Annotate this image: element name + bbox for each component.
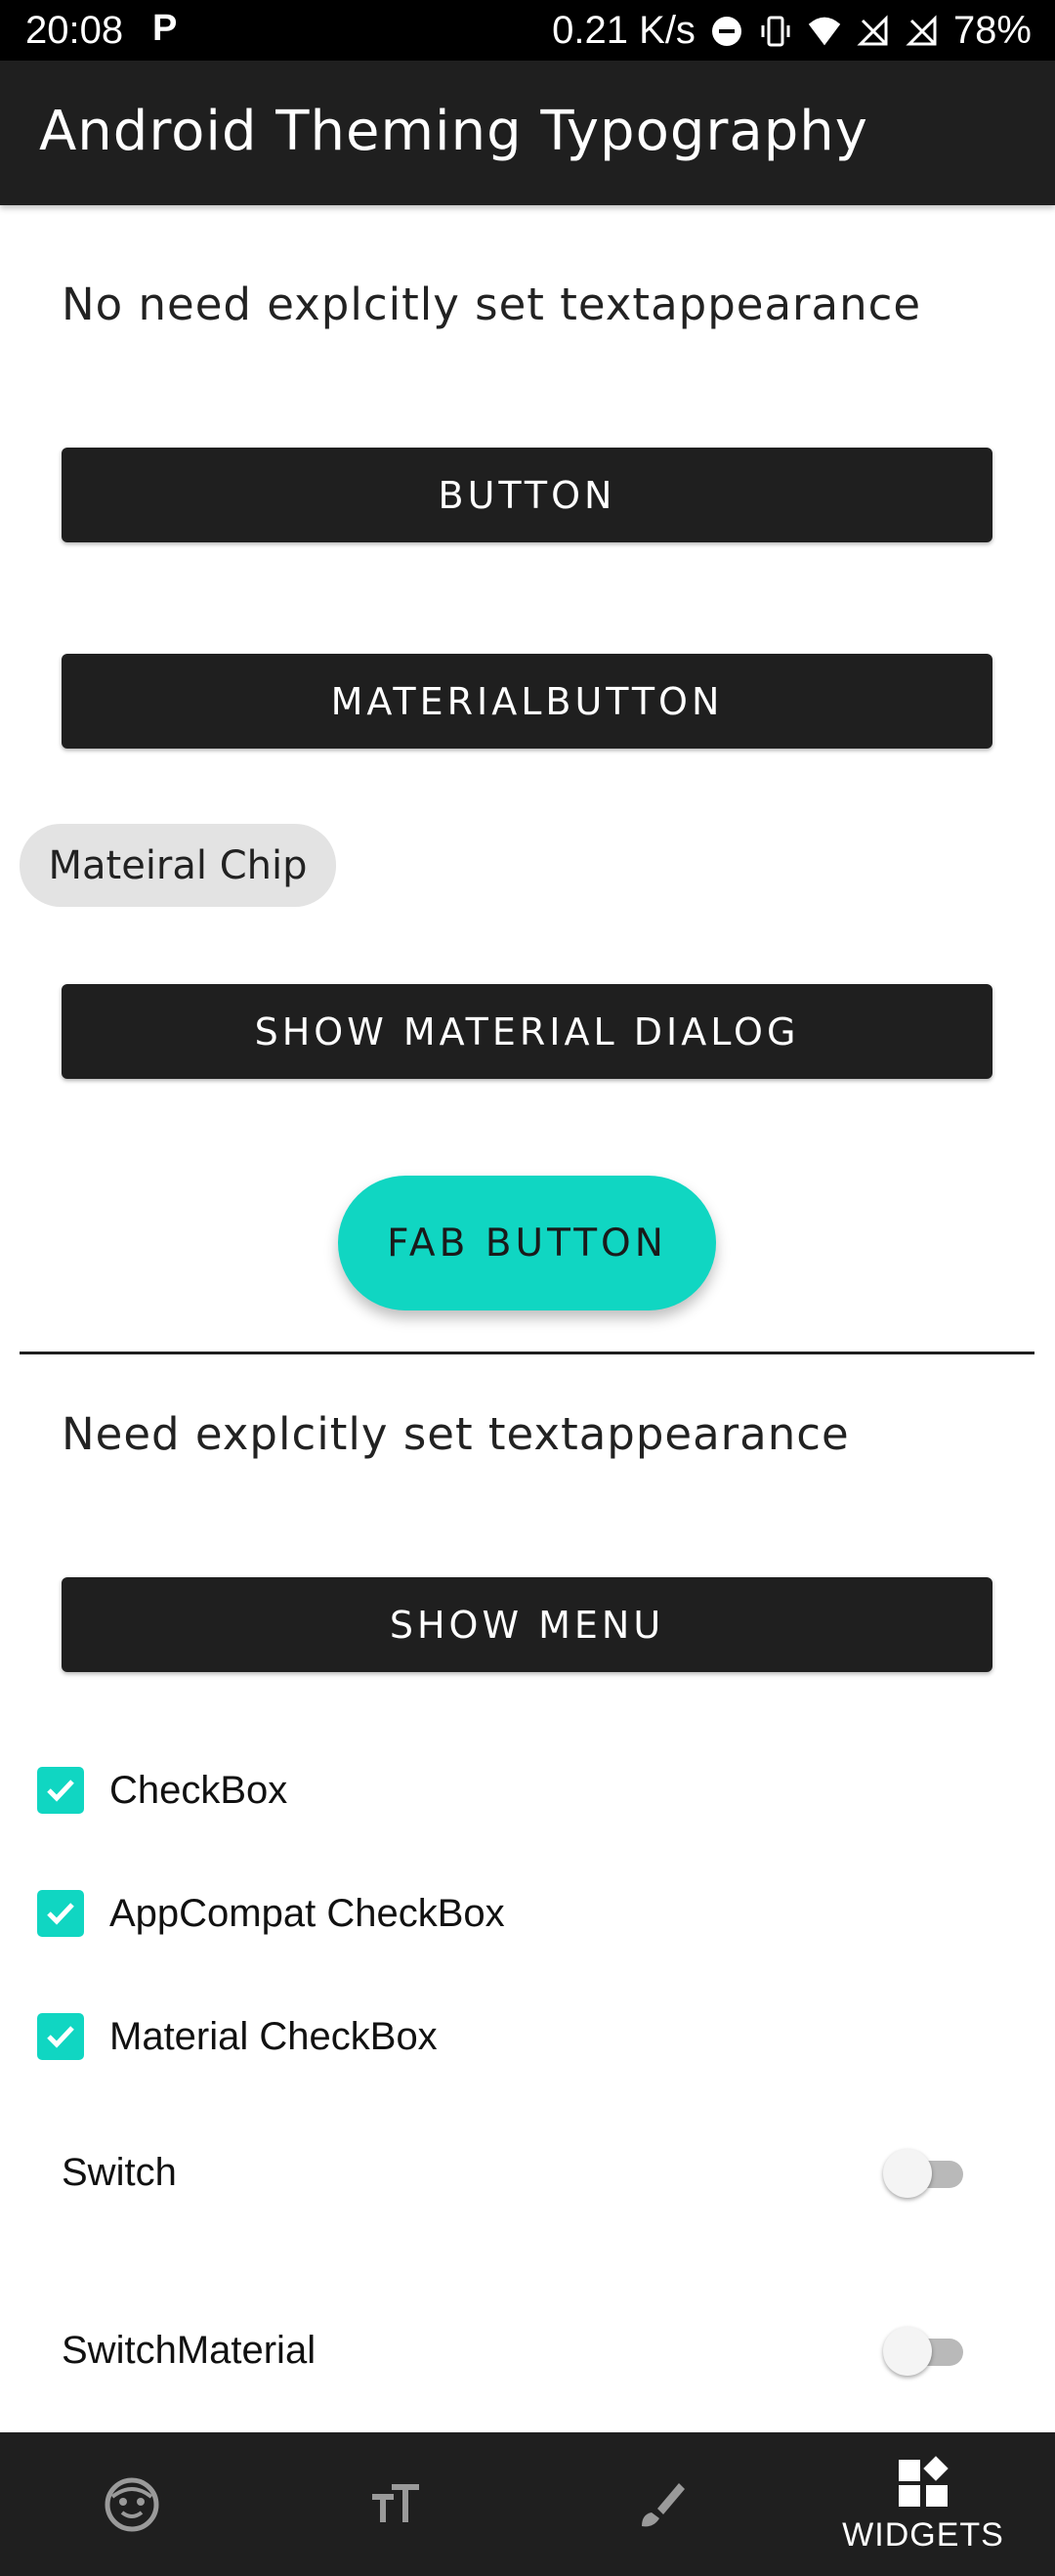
no-sim-icon [856, 14, 891, 49]
switch-thumb[interactable] [883, 2149, 932, 2198]
material-chip[interactable]: Mateiral Chip [20, 824, 336, 907]
checkbox-label: CheckBox [109, 1768, 288, 1812]
bottom-navigation: WIDGETS [0, 2432, 1055, 2576]
nav-item-colors[interactable] [528, 2432, 791, 2576]
app-title: Android Theming Typography [39, 100, 868, 163]
checkbox[interactable] [37, 1767, 84, 1814]
switch-material-toggle[interactable] [883, 2327, 965, 2376]
vibrate-icon [758, 14, 793, 49]
material-checkbox-label: Material CheckBox [109, 2014, 438, 2058]
nav-item-typography[interactable] [264, 2432, 528, 2576]
check-icon [47, 2026, 74, 2048]
status-time: 20:08 [25, 9, 124, 52]
app-bar: Android Theming Typography [0, 61, 1055, 205]
material-checkbox-row[interactable]: Material CheckBox [37, 2013, 438, 2060]
button[interactable]: BUTTON [62, 448, 992, 542]
material-checkbox[interactable] [37, 2013, 84, 2060]
widgets-icon [899, 2456, 949, 2507]
section-heading-explicit: Need explcitly set textappearance [62, 1408, 850, 1460]
material-button[interactable]: MATERIALBUTTON [62, 654, 992, 749]
appcompat-checkbox-row[interactable]: AppCompat CheckBox [37, 1890, 505, 1937]
dnd-icon [709, 14, 744, 49]
show-material-dialog-button[interactable]: SHOW MATERIAL DIALOG [62, 984, 992, 1079]
switch-thumb[interactable] [883, 2327, 932, 2376]
show-menu-button[interactable]: SHOW MENU [62, 1577, 992, 1672]
nav-item-face[interactable] [0, 2432, 264, 2576]
section-heading-implicit: No need explcitly set textappearance [62, 279, 922, 330]
nav-item-widgets[interactable]: WIDGETS [791, 2432, 1055, 2576]
appcompat-checkbox-label: AppCompat CheckBox [109, 1891, 505, 1935]
nav-label-widgets: WIDGETS [842, 2516, 1004, 2554]
section-divider [20, 1352, 1034, 1354]
switch-label: Switch [62, 2151, 177, 2194]
text-size-icon [372, 2483, 419, 2522]
notification-icon: P [152, 8, 178, 49]
network-speed: 0.21 K/s [552, 9, 696, 52]
face-icon [105, 2477, 159, 2531]
switch-toggle[interactable] [883, 2149, 965, 2198]
appcompat-checkbox[interactable] [37, 1890, 84, 1937]
battery-level: 78% [952, 9, 1032, 52]
check-icon [47, 1780, 74, 1802]
brush-icon [642, 2482, 685, 2526]
checkbox-row[interactable]: CheckBox [37, 1767, 287, 1814]
fab-button[interactable]: FAB BUTTON [338, 1176, 716, 1310]
switch-material-label: SwitchMaterial [62, 2329, 316, 2372]
status-bar: 20:08 P 0.21 K/s 78% [0, 0, 1055, 61]
wifi-icon [807, 14, 842, 49]
no-signal-icon [905, 14, 940, 49]
check-icon [47, 1903, 74, 1925]
